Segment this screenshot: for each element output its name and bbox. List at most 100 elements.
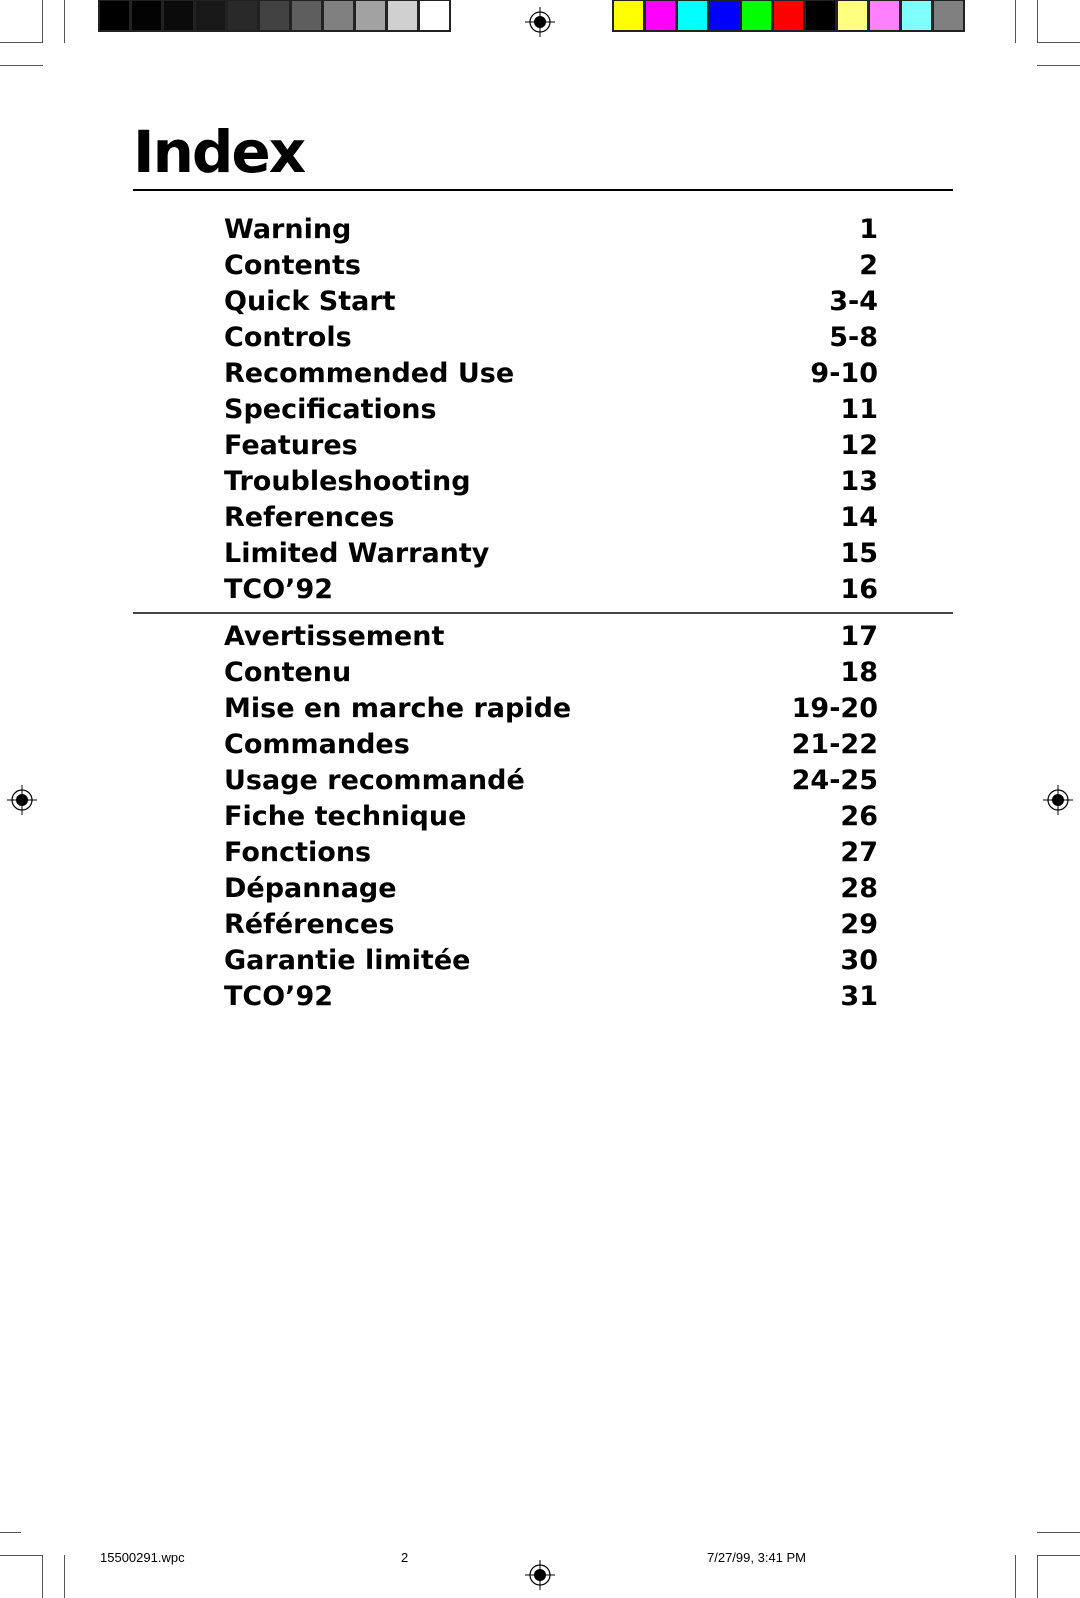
crop-mark	[0, 42, 43, 43]
color-swatch	[260, 1, 289, 30]
toc-entry: TCO’92 31	[224, 979, 878, 1015]
crop-mark	[1037, 42, 1080, 43]
toc-entry-label: Avertissement	[224, 621, 445, 652]
registration-mark-icon	[525, 7, 555, 37]
toc-entry: Dépannage 28	[224, 871, 878, 907]
crop-mark	[64, 1555, 65, 1598]
toc-entry: Troubleshooting 13	[224, 464, 878, 500]
crop-mark	[0, 65, 43, 66]
color-swatch	[324, 1, 353, 30]
color-swatch	[870, 1, 899, 30]
toc-section-french: Avertissement 17 Contenu 18 Mise en marche r…	[224, 619, 878, 1015]
toc-entry: Limited Warranty 15	[224, 536, 878, 572]
color-swatch	[678, 1, 707, 30]
title-divider	[133, 189, 953, 191]
toc-entry: Contenu 18	[224, 655, 878, 691]
toc-section-english: Warning 1 Contents 2 Quick Start 3-4 Controls 5…	[224, 212, 878, 608]
footer-page-number: 2	[401, 1550, 409, 1565]
registration-mark-icon	[525, 1560, 555, 1590]
color-swatch	[228, 1, 257, 30]
toc-entry-pages: 12	[840, 430, 878, 461]
toc-entry: Mise en marche rapide 19-20	[224, 691, 878, 727]
toc-entry: Garantie limitée 30	[224, 943, 878, 979]
crop-mark	[1037, 1555, 1038, 1598]
crop-mark	[42, 0, 43, 43]
color-swatch	[356, 1, 385, 30]
color-swatch	[934, 1, 963, 30]
toc-entry-pages: 11	[840, 394, 878, 425]
color-swatch	[100, 1, 129, 30]
toc-entry-label: Commandes	[224, 729, 410, 760]
toc-entry-label: Contenu	[224, 657, 352, 688]
crop-mark	[64, 0, 65, 43]
toc-entry-pages: 28	[840, 873, 878, 904]
footer-timestamp: 7/27/99, 3:41 PM	[707, 1550, 807, 1565]
color-swatch	[196, 1, 225, 30]
toc-entry: Commandes 21-22	[224, 727, 878, 763]
toc-entry-label: Mise en marche rapide	[224, 693, 572, 724]
color-swatch	[710, 1, 739, 30]
toc-entry: Fonctions 27	[224, 835, 878, 871]
toc-entry-label: TCO’92	[224, 574, 334, 605]
toc-entry-pages: 14	[840, 502, 878, 533]
toc-entry-pages: 21-22	[791, 729, 878, 760]
page-title: Index	[133, 118, 306, 186]
toc-entry-pages: 16	[840, 574, 878, 605]
toc-entry-pages: 1	[859, 214, 878, 245]
registration-mark-icon	[7, 785, 37, 815]
toc-entry: Avertissement 17	[224, 619, 878, 655]
color-swatch	[420, 1, 449, 30]
color-swatch	[742, 1, 771, 30]
toc-entry-pages: 2	[859, 250, 878, 281]
toc-entry-pages: 9-10	[810, 358, 878, 389]
color-swatch	[646, 1, 675, 30]
toc-entry-label: Garantie limitée	[224, 945, 471, 976]
toc-entry: Recommended Use 9-10	[224, 356, 878, 392]
crop-mark	[0, 1555, 43, 1556]
toc-entry-label: References	[224, 502, 395, 533]
toc-entry-pages: 18	[840, 657, 878, 688]
toc-entry-pages: 5-8	[829, 322, 878, 353]
toc-entry-pages: 29	[840, 909, 878, 940]
toc-entry-label: TCO’92	[224, 981, 334, 1012]
toc-entry-label: Troubleshooting	[224, 466, 471, 497]
toc-entry-pages: 15	[840, 538, 878, 569]
crop-mark	[1037, 1532, 1080, 1533]
grayscale-color-bar	[98, 0, 451, 32]
crop-mark	[1037, 1555, 1080, 1556]
color-swatch	[806, 1, 835, 30]
color-swatch	[614, 1, 643, 30]
toc-entry: Références 29	[224, 907, 878, 943]
section-divider	[133, 612, 953, 614]
toc-entry-pages: 17	[840, 621, 878, 652]
color-swatch	[774, 1, 803, 30]
toc-entry-label: Dépannage	[224, 873, 397, 904]
toc-entry-label: Limited Warranty	[224, 538, 490, 569]
toc-entry: Controls 5-8	[224, 320, 878, 356]
color-calibration-bar	[612, 0, 965, 32]
toc-entry: References 14	[224, 500, 878, 536]
toc-entry-pages: 26	[840, 801, 878, 832]
color-swatch	[902, 1, 931, 30]
toc-entry-label: Controls	[224, 322, 352, 353]
toc-entry-pages: 3-4	[829, 286, 878, 317]
footer-filename: 15500291.wpc	[100, 1550, 185, 1565]
toc-entry-label: Quick Start	[224, 286, 396, 317]
toc-entry-pages: 24-25	[791, 765, 878, 796]
color-swatch	[838, 1, 867, 30]
color-swatch	[132, 1, 161, 30]
toc-entry: Quick Start 3-4	[224, 284, 878, 320]
toc-entry-pages: 31	[840, 981, 878, 1012]
toc-entry-pages: 30	[840, 945, 878, 976]
toc-entry-label: Fiche technique	[224, 801, 467, 832]
crop-mark	[1037, 65, 1080, 66]
toc-entry-label: Références	[224, 909, 395, 940]
color-swatch	[388, 1, 417, 30]
color-swatch	[292, 1, 321, 30]
toc-entry-pages: 19-20	[791, 693, 878, 724]
toc-entry-pages: 27	[840, 837, 878, 868]
toc-entry-label: Features	[224, 430, 358, 461]
toc-entry: Features 12	[224, 428, 878, 464]
crop-mark	[1015, 1555, 1016, 1598]
toc-entry-label: Warning	[224, 214, 352, 245]
